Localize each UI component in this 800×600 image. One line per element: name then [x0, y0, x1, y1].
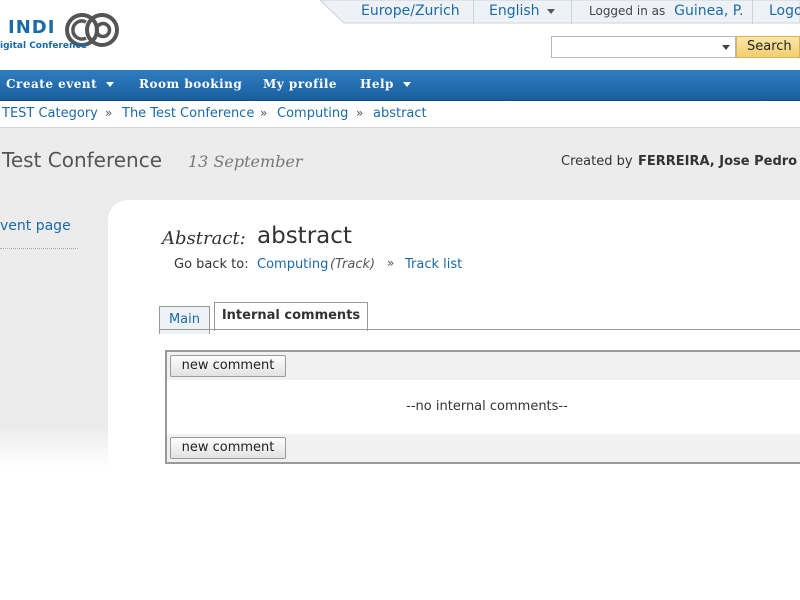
abstract-label: Abstract: — [162, 228, 246, 249]
breadcrumb-track[interactable]: Computing — [277, 101, 348, 127]
created-by-label: Created by — [561, 154, 633, 169]
new-comment-button[interactable]: new comment — [170, 437, 286, 459]
tab-label: Internal comments — [221, 308, 361, 323]
chevron-down-icon — [106, 82, 115, 87]
tabs-divider — [159, 329, 800, 330]
breadcrumb-category[interactable]: TEST Category — [2, 101, 98, 127]
breadcrumb-separator: » — [260, 106, 268, 120]
comments-panel: new comment --no internal comments-- new… — [165, 350, 800, 464]
breadcrumb-conference[interactable]: The Test Conference — [122, 101, 254, 127]
track-list-link[interactable]: Track list — [405, 257, 462, 272]
header: INDI igital Conference Europe/Zurich Eng… — [0, 0, 800, 70]
top-bar-divider — [473, 0, 474, 24]
timezone-selector[interactable]: Europe/Zurich — [361, 0, 460, 24]
sidebar-event-page-link[interactable]: vent page — [0, 218, 71, 234]
sidebar-divider — [0, 248, 78, 249]
chevron-down-icon — [402, 82, 411, 87]
go-back-label: Go back to: — [174, 257, 249, 272]
tab-label: Main — [168, 312, 201, 327]
conference-date: 13 September — [188, 152, 303, 171]
top-bar-divider — [571, 0, 572, 24]
chevron-down-icon — [546, 8, 555, 14]
main-nav: Create event Room booking My profile Hel… — [0, 70, 800, 101]
logo-subtitle: igital Conference — [0, 41, 87, 51]
logo-text: INDI — [8, 17, 56, 38]
user-link[interactable]: Guinea, P. — [674, 3, 743, 19]
abstract-title: abstract — [257, 223, 352, 249]
top-bar-divider — [752, 0, 753, 24]
new-comment-button[interactable]: new comment — [170, 355, 286, 377]
nav-label: Help — [360, 77, 394, 91]
breadcrumb: TEST Category » The Test Conference » Co… — [0, 101, 800, 128]
conference-title[interactable]: Test Conference — [2, 148, 162, 172]
nav-create-event[interactable]: Create event — [6, 70, 115, 101]
language-selector[interactable]: English — [489, 0, 555, 24]
comments-toolbar-bottom: new comment — [167, 434, 800, 462]
go-back-track-link[interactable]: Computing — [257, 257, 328, 272]
indico-logo[interactable]: INDI igital Conference — [0, 0, 130, 62]
nav-label: Create event — [6, 77, 98, 91]
breadcrumb-abstract[interactable]: abstract — [373, 101, 427, 127]
tab-internal-comments[interactable]: Internal comments — [214, 302, 368, 331]
breadcrumb-separator: » — [356, 106, 364, 120]
top-bar: Europe/Zurich English Logged in as Guine… — [320, 0, 800, 24]
user-info: Logged in as Guinea, P. — [589, 0, 743, 24]
search-input[interactable] — [551, 36, 736, 58]
logout-link[interactable]: Logo — [769, 0, 800, 24]
search-dropdown-icon[interactable] — [722, 45, 730, 50]
nav-my-profile[interactable]: My profile — [263, 70, 337, 101]
nav-label: My profile — [263, 77, 338, 91]
nav-label: Room booking — [139, 77, 243, 91]
comments-toolbar-top: new comment — [167, 352, 800, 380]
nav-help[interactable]: Help — [360, 70, 411, 101]
logged-in-label: Logged in as — [589, 4, 666, 18]
main-panel: Abstract: abstract Go back to: Computing… — [108, 200, 800, 600]
nav-room-booking[interactable]: Room booking — [139, 70, 242, 101]
creator-name: FERREIRA, Jose Pedro — [638, 154, 798, 169]
go-back-separator: » — [387, 256, 395, 270]
no-comments-message: --no internal comments-- — [406, 399, 568, 414]
search-button[interactable]: Search — [736, 36, 800, 58]
language-label: English — [489, 3, 540, 19]
track-type-label: (Track) — [330, 257, 376, 272]
breadcrumb-separator: » — [105, 106, 113, 120]
